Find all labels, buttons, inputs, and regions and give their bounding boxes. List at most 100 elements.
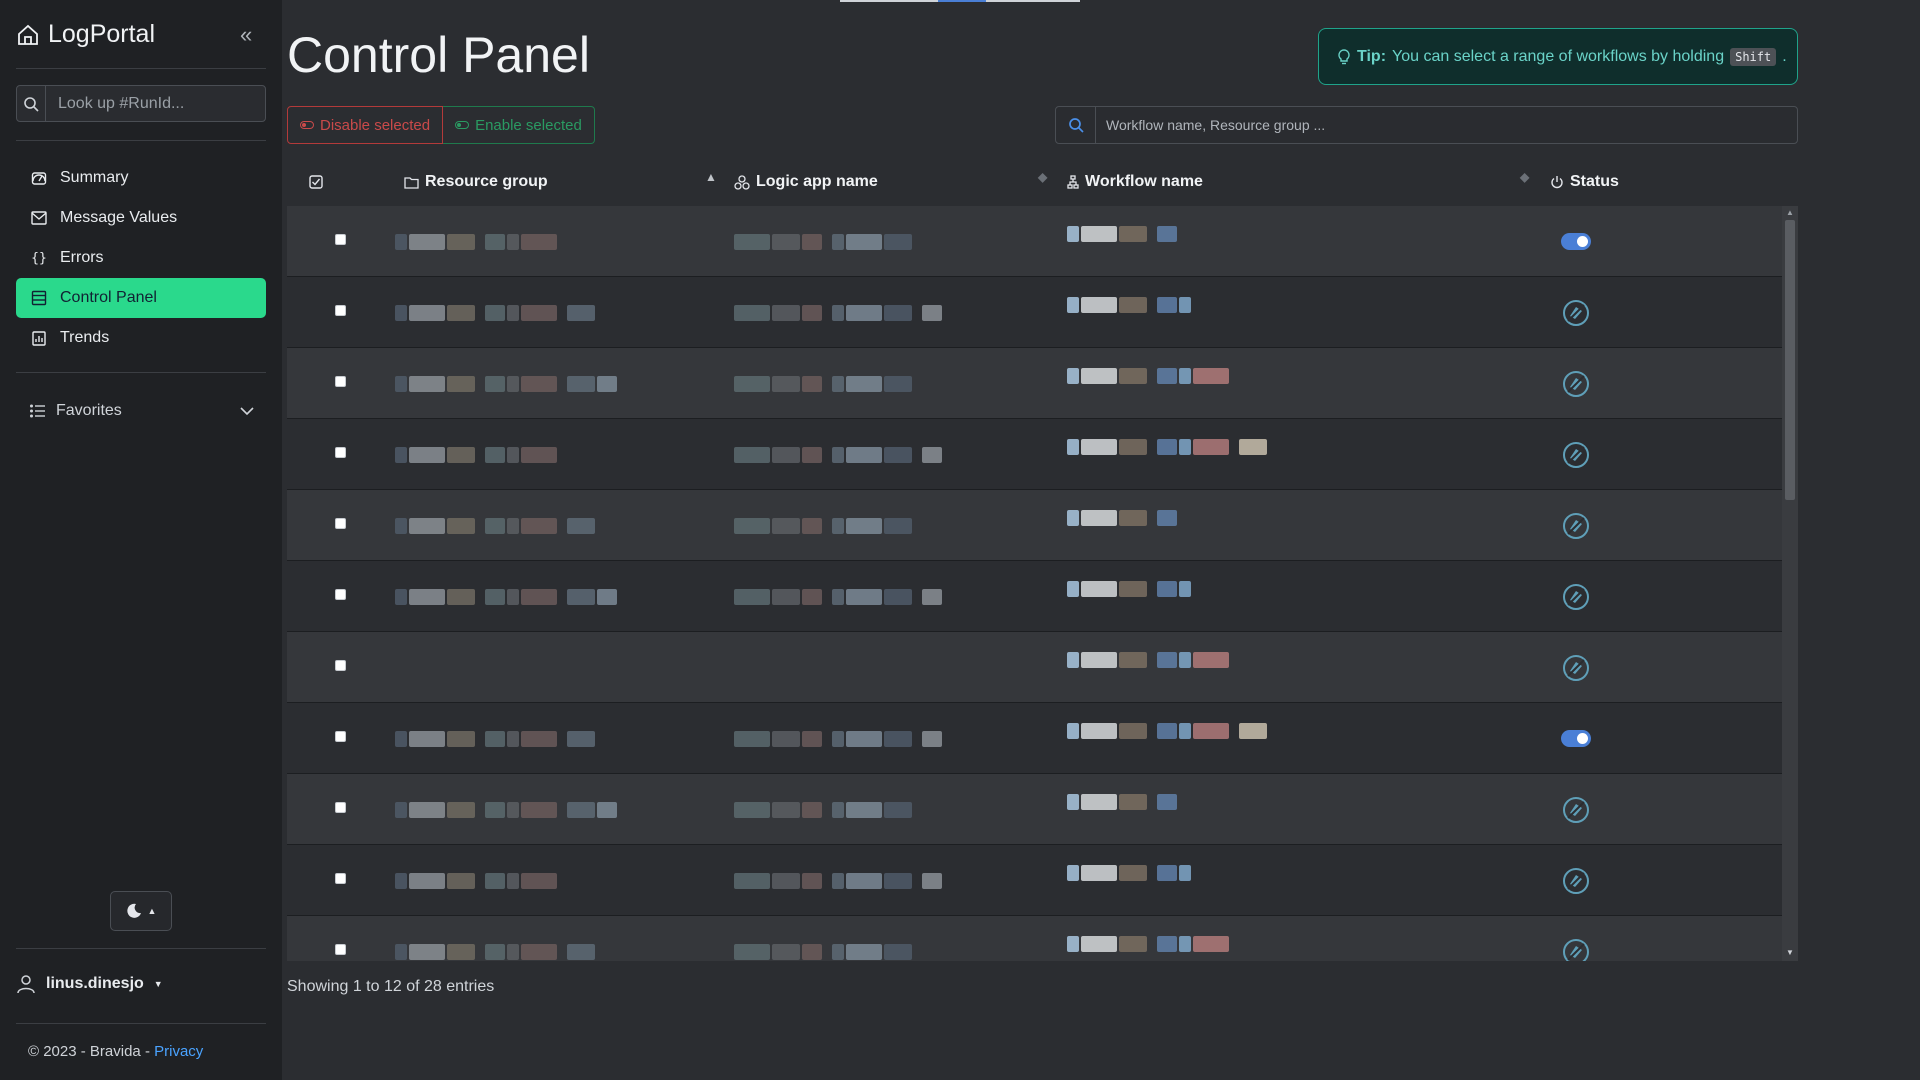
row-checkbox[interactable] (335, 518, 346, 529)
table-row[interactable] (287, 490, 1782, 561)
sidebar-item-control-panel[interactable]: Control Panel (16, 278, 266, 318)
row-checkbox[interactable] (335, 589, 346, 600)
status-toggle-on[interactable] (1561, 730, 1591, 747)
redacted-text (1119, 226, 1147, 242)
scroll-thumb[interactable] (1785, 220, 1795, 500)
sidebar-item-message-values[interactable]: Message Values (16, 198, 266, 238)
toggle-on-icon (455, 121, 470, 129)
theme-toggle-button[interactable]: ▲ (110, 891, 172, 931)
redacted-text (1193, 723, 1229, 739)
redacted-text (884, 944, 912, 960)
redacted-text (521, 376, 557, 392)
table-row[interactable] (287, 206, 1782, 277)
sort-icon[interactable]: ◆ (1038, 170, 1047, 184)
chevron-down-icon (240, 407, 254, 416)
redacted-text (1157, 439, 1177, 455)
table-row[interactable] (287, 916, 1782, 961)
redacted-text (1119, 936, 1147, 952)
workflow-disabled-icon[interactable] (1562, 654, 1590, 682)
favorites-toggle[interactable]: Favorites (16, 394, 266, 428)
redacted-text (802, 305, 822, 321)
table-row[interactable] (287, 703, 1782, 774)
scroll-down-icon[interactable]: ▼ (1786, 948, 1794, 957)
redacted-text (1239, 723, 1267, 739)
table-row[interactable] (287, 845, 1782, 916)
redacted-text (734, 447, 770, 463)
sort-icon[interactable]: ◆ (1520, 170, 1529, 184)
workflow-disabled-icon[interactable] (1562, 796, 1590, 824)
collapse-sidebar-icon[interactable]: « (240, 22, 252, 48)
column-logic-app[interactable]: Logic app name (734, 173, 878, 191)
redacted-text (521, 305, 557, 321)
column-label: Logic app name (756, 173, 878, 190)
redacted-text (567, 802, 595, 818)
column-resource-group[interactable]: Resource group (404, 173, 548, 191)
sort-asc-icon[interactable]: ▲ (705, 170, 717, 184)
row-checkbox[interactable] (335, 944, 346, 955)
bulk-actions: Disable selected Enable selected (287, 106, 595, 144)
workflow-disabled-icon[interactable] (1562, 370, 1590, 398)
row-checkbox[interactable] (335, 873, 346, 884)
redacted-text (395, 234, 407, 250)
redacted-text (802, 873, 822, 889)
redacted-text (409, 802, 445, 818)
row-checkbox[interactable] (335, 660, 346, 671)
redacted-text (1119, 794, 1147, 810)
redacted-text (1081, 794, 1117, 810)
favorites-label: Favorites (56, 402, 122, 419)
table-row[interactable] (287, 277, 1782, 348)
workflow-disabled-icon[interactable] (1562, 938, 1590, 961)
redacted-text (734, 802, 770, 818)
sidebar-item-errors[interactable]: {} Errors (16, 238, 266, 278)
row-checkbox[interactable] (335, 802, 346, 813)
enable-selected-button[interactable]: Enable selected (443, 106, 595, 144)
select-all-checkbox[interactable] (309, 175, 323, 189)
workflow-disabled-icon[interactable] (1562, 512, 1590, 540)
toggle-off-icon (300, 121, 314, 129)
sidebar-item-trends[interactable]: Trends (16, 318, 266, 358)
search-icon[interactable] (17, 86, 46, 121)
workflow-disabled-icon[interactable] (1562, 583, 1590, 611)
check-square-icon (309, 175, 323, 189)
redacted-text (521, 589, 557, 605)
privacy-link[interactable]: Privacy (154, 1043, 203, 1060)
row-checkbox[interactable] (335, 376, 346, 387)
brand[interactable]: LogPortal (16, 20, 155, 49)
redacted-text (802, 731, 822, 747)
workflow-search-input[interactable] (1096, 107, 1797, 143)
sidebar-item-summary[interactable]: Summary (16, 158, 266, 198)
sidebar-item-label: Message Values (60, 209, 178, 226)
redacted-text (832, 802, 844, 818)
workflow-disabled-icon[interactable] (1562, 441, 1590, 469)
enable-label: Enable selected (475, 116, 582, 134)
status-toggle-on[interactable] (1561, 233, 1591, 250)
workflow-disabled-icon[interactable] (1562, 867, 1590, 895)
table-row[interactable] (287, 561, 1782, 632)
redacted-text (884, 376, 912, 392)
redacted-text (1081, 865, 1117, 881)
runid-input[interactable] (46, 86, 265, 121)
column-label: Workflow name (1085, 173, 1203, 190)
search-icon[interactable] (1056, 107, 1096, 143)
footer: © 2023 - Bravida - Privacy (28, 1043, 203, 1060)
table-row[interactable] (287, 348, 1782, 419)
divider (16, 372, 266, 373)
scroll-up-icon[interactable]: ▲ (1786, 208, 1794, 217)
row-checkbox[interactable] (335, 305, 346, 316)
disable-selected-button[interactable]: Disable selected (287, 106, 444, 144)
workflow-disabled-icon[interactable] (1562, 299, 1590, 327)
table-row[interactable] (287, 632, 1782, 703)
redacted-text (832, 589, 844, 605)
column-status[interactable]: Status (1550, 173, 1619, 191)
row-checkbox[interactable] (335, 447, 346, 458)
table-row[interactable] (287, 419, 1782, 490)
row-checkbox[interactable] (335, 234, 346, 245)
user-menu[interactable]: linus.dinesjo ▼ (16, 974, 163, 994)
row-checkbox[interactable] (335, 731, 346, 742)
table-scrollbar[interactable]: ▲ ▼ (1782, 206, 1798, 961)
redacted-text (802, 589, 822, 605)
column-workflow[interactable]: Workflow name (1067, 173, 1203, 191)
redacted-text (884, 234, 912, 250)
redacted-text (832, 873, 844, 889)
table-row[interactable] (287, 774, 1782, 845)
